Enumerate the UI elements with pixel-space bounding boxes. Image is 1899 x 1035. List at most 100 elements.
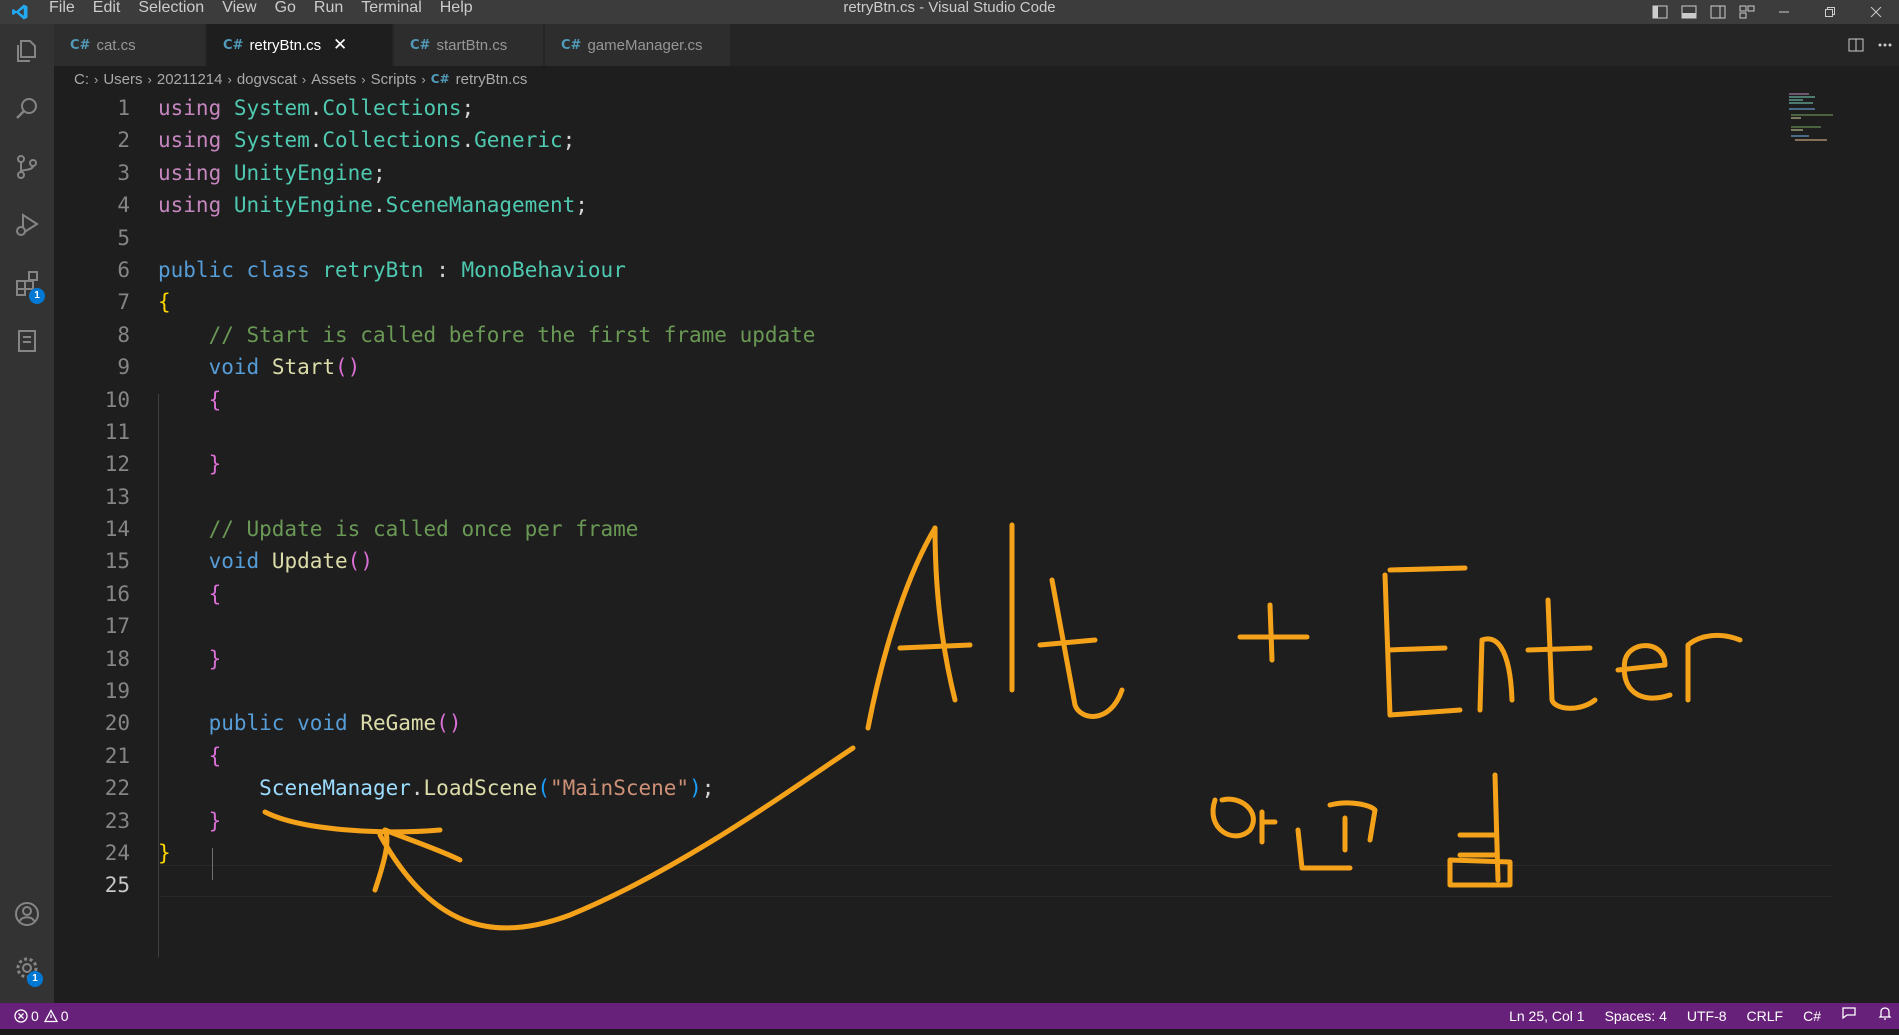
tab-close-icon[interactable]: ✕ — [331, 35, 349, 55]
tab-bar: C# cat.cs C# retryBtn.cs ✕ C# startBtn.c… — [54, 24, 1899, 66]
menu-help[interactable]: Help — [431, 0, 482, 16]
line-number-current: 25 — [104, 873, 130, 898]
code-editor[interactable]: 1 2 3 4 5 6 7 8 9 10 11 12 13 14 15 16 1… — [54, 92, 1899, 1003]
line-number: 7 — [117, 290, 130, 315]
problems-indicator[interactable]: 0 0 — [0, 1003, 69, 1029]
breadcrumb-item[interactable]: 20211214 — [157, 71, 223, 88]
source-control-icon[interactable] — [0, 140, 54, 194]
code-line: SceneManager.LoadScene("MainScene"); — [259, 776, 715, 801]
breadcrumb-item[interactable]: Users — [103, 71, 142, 88]
tab-retrybtn-cs[interactable]: C# retryBtn.cs ✕ — [207, 24, 393, 66]
line-number: 15 — [104, 549, 130, 574]
explorer-icon[interactable] — [0, 24, 54, 78]
code-line: using UnityEngine.SceneManagement; — [158, 193, 588, 218]
close-window-icon[interactable] — [1853, 0, 1899, 24]
code-line: void Start() — [208, 355, 361, 380]
chevron-right-icon: › — [301, 71, 307, 87]
chevron-right-icon: › — [361, 71, 366, 87]
menu-edit[interactable]: Edit — [84, 0, 130, 16]
notifications-bell-icon[interactable] — [1867, 1003, 1899, 1029]
search-icon[interactable] — [0, 82, 54, 136]
code-line: using System.Collections.Generic; — [158, 128, 576, 153]
line-number: 4 — [117, 193, 130, 218]
account-icon[interactable] — [0, 887, 54, 941]
more-actions-icon[interactable] — [1870, 24, 1899, 66]
encoding[interactable]: UTF-8 — [1677, 1003, 1737, 1029]
line-number: 16 — [104, 581, 130, 606]
error-icon — [14, 1009, 28, 1023]
extensions-badge: 1 — [29, 288, 45, 304]
toggle-panel-icon[interactable] — [1674, 0, 1703, 24]
code-line-current — [158, 869, 1818, 901]
code-line: } — [158, 840, 171, 865]
feedback-icon[interactable] — [1831, 1003, 1867, 1029]
line-number: 19 — [104, 679, 130, 704]
menu-go[interactable]: Go — [266, 0, 305, 16]
code-line: } — [208, 452, 222, 477]
tab-label: retryBtn.cs — [249, 36, 322, 54]
code-line: // Update is called once per frame — [208, 517, 639, 542]
warning-count: 0 — [60, 1008, 69, 1024]
line-number: 20 — [104, 711, 130, 736]
line-number: 21 — [104, 743, 130, 768]
breadcrumb-item[interactable]: Assets — [311, 71, 356, 88]
activity-bar: 1 1 — [0, 24, 54, 1003]
warning-icon — [43, 1009, 58, 1023]
menu-terminal[interactable]: Terminal — [352, 0, 430, 16]
split-editor-icon[interactable] — [1841, 24, 1870, 66]
end-of-line[interactable]: CRLF — [1737, 1003, 1794, 1029]
line-number-gutter: 1 2 3 4 5 6 7 8 9 10 11 12 13 14 15 16 1… — [54, 92, 130, 902]
tab-label: startBtn.cs — [436, 36, 508, 54]
code-line: using System.Collections; — [158, 96, 475, 120]
line-number: 17 — [104, 614, 130, 639]
breadcrumb-item[interactable]: Scripts — [371, 71, 417, 88]
code-line: { — [208, 581, 222, 606]
extensions-icon[interactable]: 1 — [0, 256, 54, 310]
tab-gamemanager-cs[interactable]: C# gameManager.cs — [545, 24, 731, 66]
line-number: 24 — [104, 840, 130, 865]
code-line: using UnityEngine; — [158, 160, 386, 185]
menu-selection[interactable]: Selection — [129, 0, 213, 16]
chevron-right-icon: › — [421, 71, 426, 87]
editor-actions — [1841, 24, 1899, 66]
breadcrumb: C: › Users › 20211214 › dogvscat › Assets › S… — [74, 68, 527, 90]
tab-label: gameManager.cs — [587, 36, 703, 54]
menu-run[interactable]: Run — [305, 0, 352, 16]
csharp-file-icon: C# — [561, 37, 582, 53]
breadcrumb-item[interactable]: dogvscat — [237, 71, 297, 88]
title-controls — [1645, 0, 1899, 24]
breadcrumb-file[interactable]: retryBtn.cs — [456, 71, 528, 88]
csharp-file-icon: C# — [430, 72, 450, 86]
restore-icon[interactable] — [1807, 0, 1853, 24]
vscode-logo-icon — [0, 0, 40, 24]
breadcrumb-item[interactable]: C: — [74, 71, 89, 88]
line-number: 23 — [104, 808, 130, 833]
minimize-icon[interactable] — [1761, 0, 1807, 24]
line-number: 14 — [104, 517, 130, 542]
notebook-icon[interactable] — [0, 314, 54, 368]
toggle-primary-sidebar-icon[interactable] — [1645, 0, 1674, 24]
toggle-secondary-sidebar-icon[interactable] — [1703, 0, 1732, 24]
menu-view[interactable]: View — [213, 0, 265, 16]
tab-startbtn-cs[interactable]: C# startBtn.cs — [394, 24, 544, 66]
run-debug-icon[interactable] — [0, 198, 54, 252]
title-bar: File Edit Selection View Go Run Terminal… — [0, 0, 1899, 24]
status-bar: 0 0 Ln 25, Col 1 Spaces: 4 UTF-8 CRLF C# — [0, 1003, 1899, 1029]
menu-file[interactable]: File — [40, 0, 84, 16]
code-line: { — [208, 387, 222, 412]
customize-layout-icon[interactable] — [1732, 0, 1761, 24]
code-line: { — [208, 743, 222, 768]
cursor-position[interactable]: Ln 25, Col 1 — [1499, 1003, 1595, 1029]
line-number: 5 — [117, 225, 130, 250]
indentation[interactable]: Spaces: 4 — [1595, 1003, 1677, 1029]
minimap[interactable] — [1787, 92, 1847, 142]
code-text[interactable]: using System.Collections; using System.C… — [158, 92, 1818, 902]
settings-gear-icon[interactable]: 1 — [0, 941, 54, 995]
tab-cat-cs[interactable]: C# cat.cs — [54, 24, 206, 66]
line-number: 8 — [117, 322, 130, 347]
code-line: } — [208, 808, 222, 833]
taskbar-strip — [0, 1029, 1899, 1035]
language-mode[interactable]: C# — [1793, 1003, 1831, 1029]
